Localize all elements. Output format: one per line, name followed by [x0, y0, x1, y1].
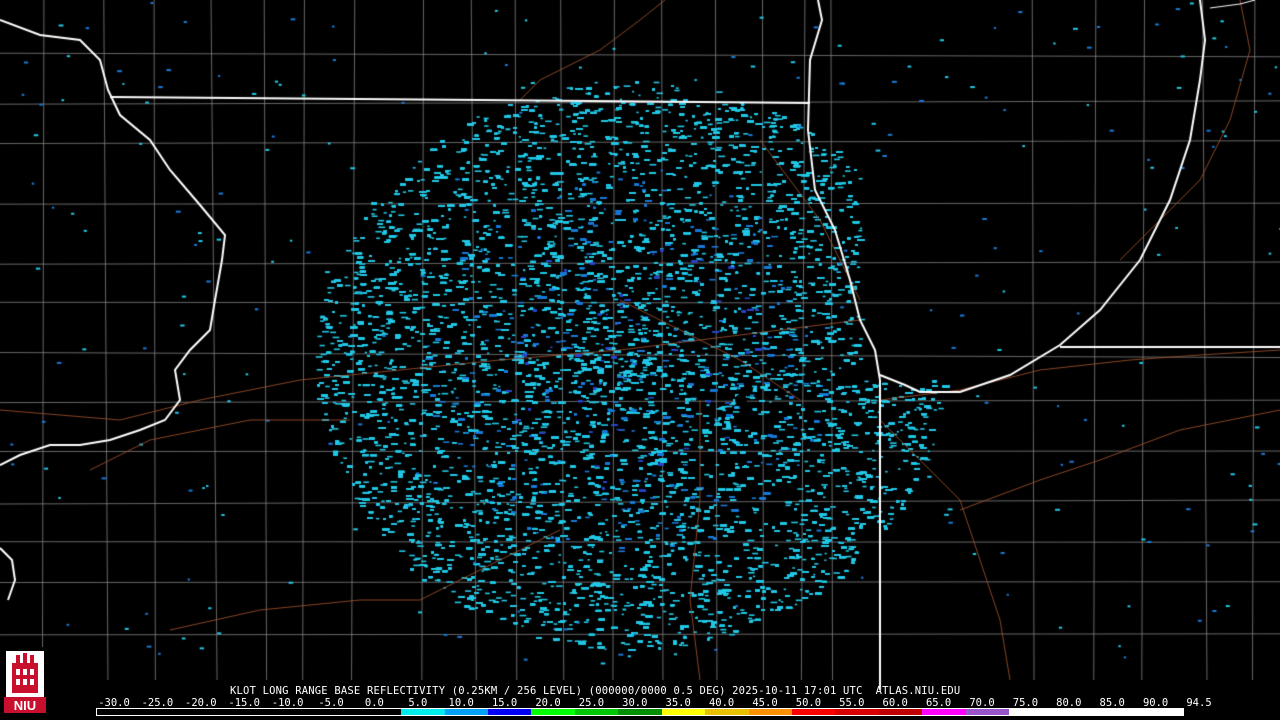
scale-swatch [183, 709, 228, 715]
scale-label: 94.5 [1186, 697, 1212, 709]
scale-swatch [618, 709, 662, 715]
scale-swatch [705, 709, 749, 715]
scale-swatch [357, 709, 402, 715]
scale-swatch [270, 709, 315, 715]
scale-swatch [140, 709, 184, 715]
product-caption: KLOT LONG RANGE BASE REFLECTIVITY (0.25K… [230, 685, 961, 697]
scale-swatch [1096, 709, 1140, 715]
scale-swatch [878, 709, 923, 715]
scale-swatch [661, 709, 706, 715]
scale-swatch [1052, 709, 1097, 715]
scale-swatch [1009, 709, 1053, 715]
scale-swatch [835, 709, 879, 715]
scale-swatch [227, 709, 271, 715]
niu-logo: NIU [2, 647, 48, 715]
scale-swatch [965, 709, 1010, 715]
niu-logo-text: NIU [14, 698, 36, 713]
color-scale-bar [96, 708, 1184, 716]
scale-swatch [97, 709, 141, 715]
scale-swatch [531, 709, 575, 715]
radar-map [0, 0, 1280, 720]
scale-swatch [314, 709, 358, 715]
scale-swatch [792, 709, 836, 715]
scale-swatch [748, 709, 792, 715]
scale-swatch [401, 709, 445, 715]
scale-swatch [444, 709, 488, 715]
scale-swatch [922, 709, 966, 715]
scale-swatch [574, 709, 619, 715]
scale-swatch [487, 709, 532, 715]
scale-swatch [1139, 709, 1183, 715]
